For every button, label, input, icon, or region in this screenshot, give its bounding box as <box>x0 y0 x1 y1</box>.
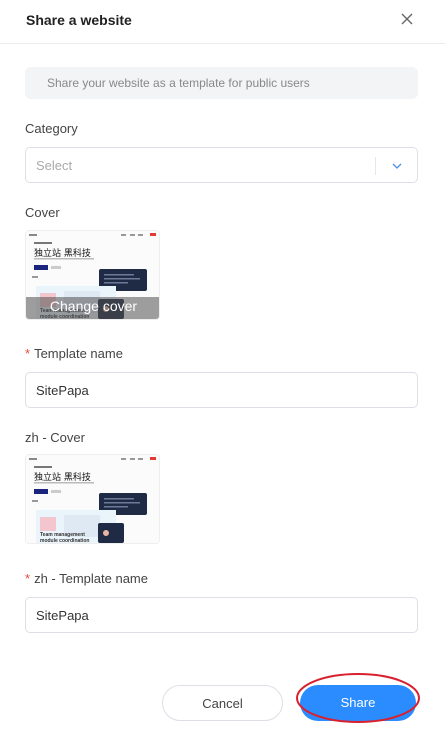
cancel-button[interactable]: Cancel <box>162 685 283 721</box>
category-select[interactable]: Select <box>25 147 418 183</box>
change-cover-label[interactable]: Change cover <box>26 298 159 314</box>
zh-template-name-label-text: zh - Template name <box>34 571 148 586</box>
info-notice: Share your website as a template for pub… <box>25 67 418 99</box>
zh-cover-label: zh - Cover <box>25 430 85 445</box>
template-name-value: SitePapa <box>36 383 89 398</box>
cover-label: Cover <box>25 205 60 220</box>
close-icon[interactable] <box>399 11 415 27</box>
zh-cover-thumbnail <box>26 455 159 543</box>
cancel-label: Cancel <box>202 696 243 711</box>
required-mark: * <box>25 346 31 361</box>
share-button[interactable]: Share <box>300 685 416 721</box>
chevron-down-icon[interactable] <box>391 160 403 172</box>
dialog-title: Share a website <box>26 12 132 28</box>
zh-template-name-input[interactable]: SitePapa <box>25 597 418 633</box>
zh-cover-image[interactable]: 独立站 黑科技 Team management module coordinat… <box>25 454 160 544</box>
template-name-input[interactable]: SitePapa <box>25 372 418 408</box>
thumb-headline: 独立站 黑科技 <box>34 249 91 259</box>
zh-template-name-value: SitePapa <box>36 608 89 623</box>
template-name-label-text: Template name <box>34 346 123 361</box>
dialog-header: Share a website <box>0 0 445 44</box>
notice-text: Share your website as a template for pub… <box>47 76 310 90</box>
share-label: Share <box>340 695 376 710</box>
category-label: Category <box>25 121 78 136</box>
zh-thumb-headline: 独立站 黑科技 <box>34 473 91 483</box>
zh-thumb-caption-2: module coordination <box>40 538 90 544</box>
select-divider <box>375 157 376 175</box>
category-placeholder: Select <box>36 158 73 173</box>
cover-image[interactable]: 独立站 黑科技 Team management module coordinat… <box>25 230 160 320</box>
zh-template-name-label: * zh - Template name <box>25 571 148 586</box>
zh-required-mark: * <box>25 571 31 586</box>
template-name-label: * Template name <box>25 346 123 361</box>
